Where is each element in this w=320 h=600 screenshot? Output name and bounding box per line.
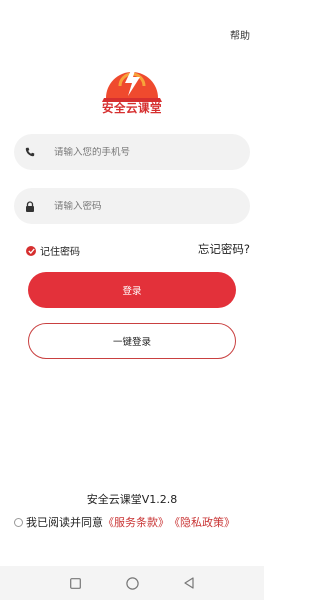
- square-icon[interactable]: [68, 576, 82, 590]
- brand-name: 安全云课堂: [102, 101, 162, 115]
- one-key-login-button[interactable]: 一键登录: [28, 323, 236, 359]
- system-nav-bar: [0, 566, 264, 600]
- agreement-text: 我已阅读并同意: [26, 516, 103, 529]
- app-version: 安全云课堂V1.2.8: [86, 493, 178, 506]
- remember-password-toggle[interactable]: 记住密码: [26, 243, 80, 258]
- checkmark-icon: [26, 245, 36, 256]
- phone-icon: [24, 146, 36, 158]
- forgot-password-link[interactable]: 忘记密码?: [198, 241, 250, 257]
- agreement-radio[interactable]: [14, 517, 23, 527]
- terms-link[interactable]: 《服务条款》: [103, 514, 169, 530]
- lock-icon: [24, 200, 36, 212]
- privacy-link[interactable]: 《隐私政策》: [169, 514, 235, 530]
- circle-icon[interactable]: [125, 576, 139, 590]
- login-button[interactable]: 登录: [28, 272, 236, 308]
- back-triangle-icon[interactable]: [182, 576, 196, 590]
- remember-password-label: 记住密码: [40, 247, 80, 258]
- agreement-row: 我已阅读并同意 《服务条款》 《隐私政策》: [14, 514, 235, 530]
- phone-field[interactable]: [14, 134, 250, 170]
- password-field[interactable]: [14, 188, 250, 224]
- help-link[interactable]: 帮助: [230, 27, 250, 42]
- password-input[interactable]: [54, 200, 234, 212]
- phone-input[interactable]: [54, 146, 234, 158]
